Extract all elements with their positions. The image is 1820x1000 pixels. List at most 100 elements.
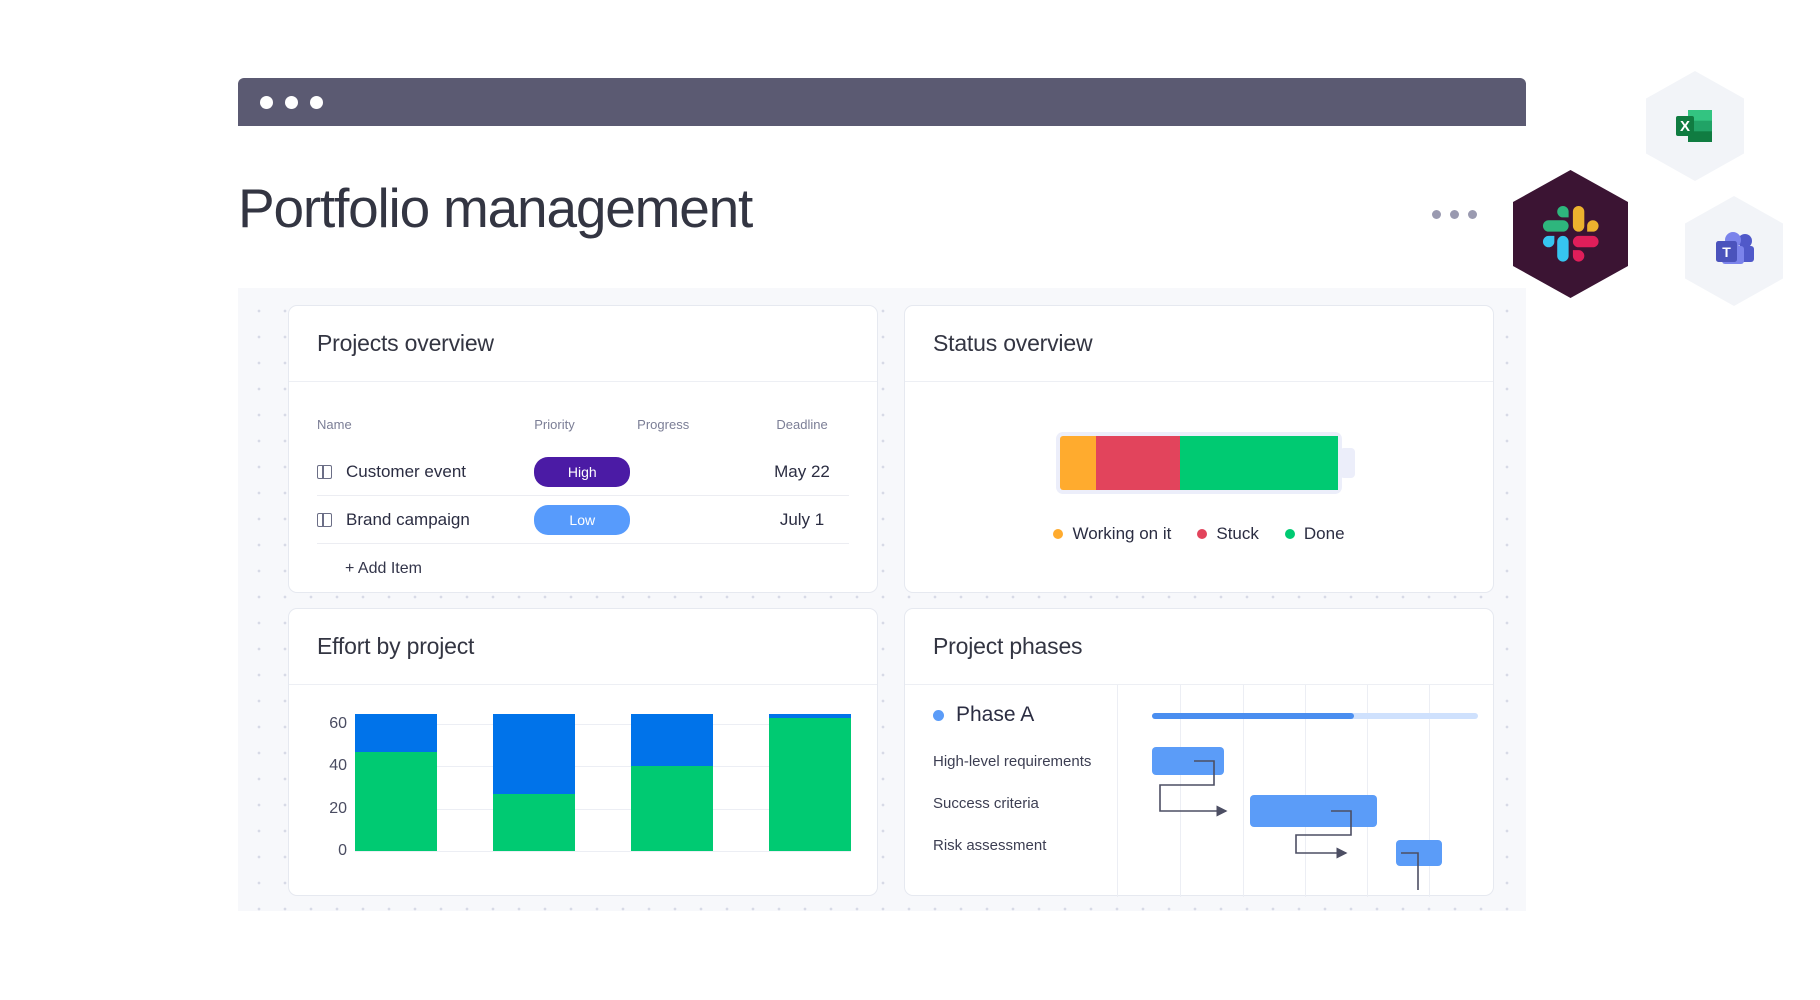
card-header: Project phases (905, 609, 1493, 685)
status-badge[interactable]: Low (534, 505, 630, 535)
gantt-view: Phase A High-level requirements Success … (905, 685, 1493, 897)
bar-segment-in-progress (631, 714, 713, 767)
grid-line (355, 851, 851, 852)
bar-segment-done (769, 718, 851, 851)
window-close-dot[interactable] (260, 96, 273, 109)
bar-column[interactable] (769, 714, 851, 851)
legend-swatch (1053, 529, 1063, 539)
legend-item-working-on-it: Working on it (1053, 524, 1171, 544)
phase-color-dot (933, 710, 944, 721)
legend-item-stuck: Stuck (1197, 524, 1259, 544)
cell-priority[interactable]: Low (534, 505, 637, 535)
excel-glyph: X (1671, 102, 1719, 150)
gantt-summary-progress (1152, 713, 1354, 719)
cell-priority[interactable]: High (534, 457, 637, 487)
board-icon (317, 465, 332, 479)
card-effort-by-project: Effort by project 60 40 20 0 (288, 608, 878, 896)
phase-task-label[interactable]: Success criteria (933, 795, 1117, 812)
teams-icon[interactable]: T (1685, 196, 1783, 306)
bar-segment-in-progress (493, 714, 575, 794)
bar-segment-done (355, 752, 437, 851)
kebab-menu-icon[interactable] (1432, 210, 1477, 219)
screen: Portfolio management Projects overview N… (0, 0, 1820, 1000)
kebab-dot (1468, 210, 1477, 219)
projects-table: Name Priority Progress Deadline Customer… (289, 382, 877, 578)
kebab-dot (1432, 210, 1441, 219)
card-title: Effort by project (317, 633, 474, 660)
bar-segment-done (493, 794, 575, 851)
dashboard-board: Projects overview Name Priority Progress… (238, 288, 1526, 911)
status-segment-working-on-it[interactable] (1060, 436, 1096, 490)
card-project-phases: Project phases Phase A High-level requir… (904, 608, 1494, 896)
project-name: Brand campaign (346, 510, 470, 530)
bar-column[interactable] (355, 714, 437, 851)
phase-task-label[interactable]: High-level requirements (933, 753, 1117, 770)
plot-area (355, 703, 851, 851)
window-maximize-dot[interactable] (310, 96, 323, 109)
status-chart: Working on it Stuck Done (905, 382, 1493, 594)
card-title: Project phases (933, 633, 1082, 660)
svg-text:T: T (1722, 244, 1731, 260)
bar-group (355, 703, 851, 851)
table-header-row: Name Priority Progress Deadline (317, 400, 849, 448)
slack-icon[interactable] (1513, 170, 1628, 298)
status-segment-stuck[interactable] (1096, 436, 1179, 490)
add-item-button[interactable]: + Add Item (317, 544, 849, 578)
kebab-dot (1450, 210, 1459, 219)
phase-name: Phase A (956, 703, 1034, 727)
bar-column[interactable] (493, 714, 575, 851)
excel-icon[interactable]: X (1646, 71, 1744, 181)
cell-deadline[interactable]: May 22 (761, 462, 849, 482)
legend-item-done: Done (1285, 524, 1345, 544)
gantt-task-bar[interactable] (1152, 747, 1224, 775)
gantt-timeline (1117, 685, 1493, 897)
board-icon (317, 513, 332, 527)
legend-swatch (1197, 529, 1207, 539)
bar-segment-in-progress (355, 714, 437, 752)
column-header-priority: Priority (534, 417, 637, 432)
svg-text:X: X (1680, 118, 1690, 135)
cell-name: Brand campaign (317, 510, 534, 530)
legend-label: Done (1304, 524, 1345, 544)
phase-group-header[interactable]: Phase A (933, 703, 1117, 727)
card-header: Status overview (905, 306, 1493, 382)
card-status-overview: Status overview Working on it St (904, 305, 1494, 593)
phase-list: Phase A High-level requirements Success … (905, 685, 1117, 897)
slack-glyph (1542, 205, 1600, 263)
status-badge[interactable]: High (534, 457, 630, 487)
y-axis: 6040200 (303, 703, 347, 851)
column-header-name: Name (317, 417, 534, 432)
effort-chart: 60 40 20 0 (289, 685, 877, 897)
teams-glyph: T (1710, 227, 1758, 275)
card-header: Projects overview (289, 306, 877, 382)
card-title: Projects overview (317, 330, 494, 357)
chart-legend: Working on it Stuck Done (1053, 524, 1344, 544)
browser-chrome-bar (238, 78, 1526, 126)
card-projects-overview: Projects overview Name Priority Progress… (288, 305, 878, 593)
window-minimize-dot[interactable] (285, 96, 298, 109)
legend-label: Stuck (1216, 524, 1259, 544)
project-name: Customer event (346, 462, 466, 482)
cell-name: Customer event (317, 462, 534, 482)
table-row[interactable]: Brand campaign Low July 1 (317, 496, 849, 544)
page-header: Portfolio management (238, 168, 1526, 248)
stacked-status-bar[interactable] (1056, 432, 1342, 494)
y-axis-tick-label: 0 (338, 842, 347, 860)
y-axis-tick-label: 20 (329, 800, 347, 818)
y-axis-tick-label: 60 (329, 715, 347, 733)
column-header-progress: Progress (637, 417, 761, 432)
gantt-task-bar[interactable] (1250, 795, 1377, 827)
status-segment-done[interactable] (1180, 436, 1338, 490)
y-axis-tick-label: 40 (329, 757, 347, 775)
bar-column[interactable] (631, 714, 713, 851)
cell-deadline[interactable]: July 1 (761, 510, 849, 530)
status-bar-handle[interactable] (1340, 448, 1355, 478)
column-header-deadline: Deadline (761, 417, 849, 432)
legend-swatch (1285, 529, 1295, 539)
card-header: Effort by project (289, 609, 877, 685)
page-title: Portfolio management (238, 181, 752, 236)
legend-label: Working on it (1072, 524, 1171, 544)
phase-task-label[interactable]: Risk assessment (933, 837, 1117, 854)
gantt-task-bar[interactable] (1396, 840, 1442, 866)
table-row[interactable]: Customer event High May 22 (317, 448, 849, 496)
